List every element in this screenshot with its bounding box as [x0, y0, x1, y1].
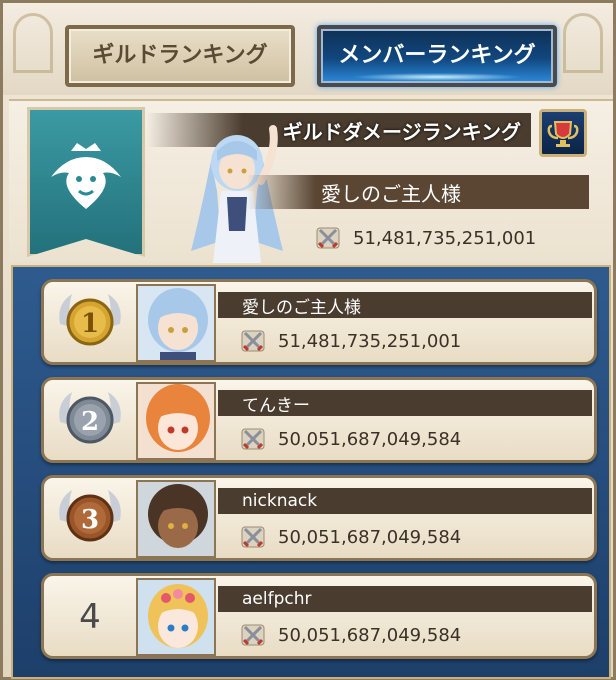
ornament-right [563, 13, 603, 73]
member-score: 50,051,687,049,584 [240, 620, 461, 650]
ranking-row[interactable]: 3 nicknack 50,051,687,049,584 [41, 475, 597, 561]
portrait-image [138, 384, 214, 458]
tab-guild-ranking[interactable]: ギルドランキング [65, 25, 295, 87]
ranking-row[interactable]: 2 てんきー 50,051,687,049,584 [41, 377, 597, 463]
crossed-swords-icon [316, 227, 340, 249]
portrait-image [138, 482, 214, 556]
member-portrait[interactable] [136, 578, 216, 656]
member-name-bar: nicknack [218, 488, 592, 514]
guild-name: 愛しのご主人様 [321, 181, 461, 206]
rank-medal-gold: 1 [52, 288, 128, 358]
portrait-image [138, 580, 214, 654]
member-portrait[interactable] [136, 284, 216, 362]
member-score: 51,481,735,251,001 [240, 326, 461, 356]
lion-crest-icon [51, 143, 121, 209]
member-ranking-list[interactable]: 1 愛しのご主人様 51,481,735,251,001 2 てんきー 50,0… [11, 265, 611, 679]
tab-member-ranking[interactable]: メンバーランキング [317, 25, 557, 87]
guild-header: ギルドダメージランキング 愛しのご主人様 51,481,735,251,001 [9, 99, 613, 263]
guild-total-score-value: 51,481,735,251,001 [353, 227, 537, 249]
silver-medal-icon: 2 [59, 392, 121, 444]
tab-member-ranking-label: メンバーランキング [338, 43, 536, 68]
ranking-row[interactable]: 4 aelfpchr 50,051,687,049,584 [41, 573, 597, 659]
crossed-swords-icon [241, 330, 265, 352]
ranking-row[interactable]: 1 愛しのご主人様 51,481,735,251,001 [41, 279, 597, 365]
member-name-bar: aelfpchr [218, 586, 592, 612]
crossed-swords-icon [241, 624, 265, 646]
member-score-value: 50,051,687,049,584 [278, 428, 462, 450]
guild-damage-ranking-label: ギルドダメージランキング [282, 119, 521, 144]
member-portrait[interactable] [136, 480, 216, 558]
member-score: 50,051,687,049,584 [240, 522, 461, 552]
ornament-left [13, 13, 53, 73]
rank-number: 4 [79, 597, 101, 637]
member-name: nicknack [242, 491, 318, 511]
tab-active-glow [351, 73, 523, 81]
guild-name-bar: 愛しのご主人様 [247, 175, 589, 209]
ranking-window: ギルドランキング メンバーランキング ギルドダメージランキング 愛しのご主人様 … [0, 0, 616, 680]
bronze-medal-icon: 3 [59, 490, 121, 542]
tab-bar: ギルドランキング メンバーランキング [3, 3, 613, 95]
member-name-bar: 愛しのご主人様 [218, 292, 592, 318]
tab-guild-ranking-label: ギルドランキング [92, 43, 268, 68]
crossed-swords-icon [241, 428, 265, 450]
member-name: aelfpchr [242, 589, 312, 609]
guild-banner [27, 107, 145, 257]
trophy-button[interactable] [539, 109, 587, 157]
portrait-image [138, 286, 214, 360]
rank-medal-bronze: 3 [52, 484, 128, 554]
member-name: てんきー [242, 395, 310, 416]
trophy-icon [547, 121, 579, 147]
member-score-value: 50,051,687,049,584 [278, 624, 462, 646]
guild-total-score: 51,481,735,251,001 [315, 225, 536, 251]
rank-number: 2 [81, 407, 99, 437]
member-name: 愛しのご主人様 [242, 297, 361, 318]
rank-medal-silver: 2 [52, 386, 128, 456]
member-score-value: 50,051,687,049,584 [278, 526, 462, 548]
gold-medal-icon: 1 [59, 294, 121, 346]
member-score-value: 51,481,735,251,001 [278, 330, 462, 352]
member-score: 50,051,687,049,584 [240, 424, 461, 454]
member-portrait[interactable] [136, 382, 216, 460]
crossed-swords-icon [241, 526, 265, 548]
rank-number: 3 [81, 505, 99, 535]
member-name-bar: てんきー [218, 390, 592, 416]
rank-number: 1 [81, 309, 99, 339]
